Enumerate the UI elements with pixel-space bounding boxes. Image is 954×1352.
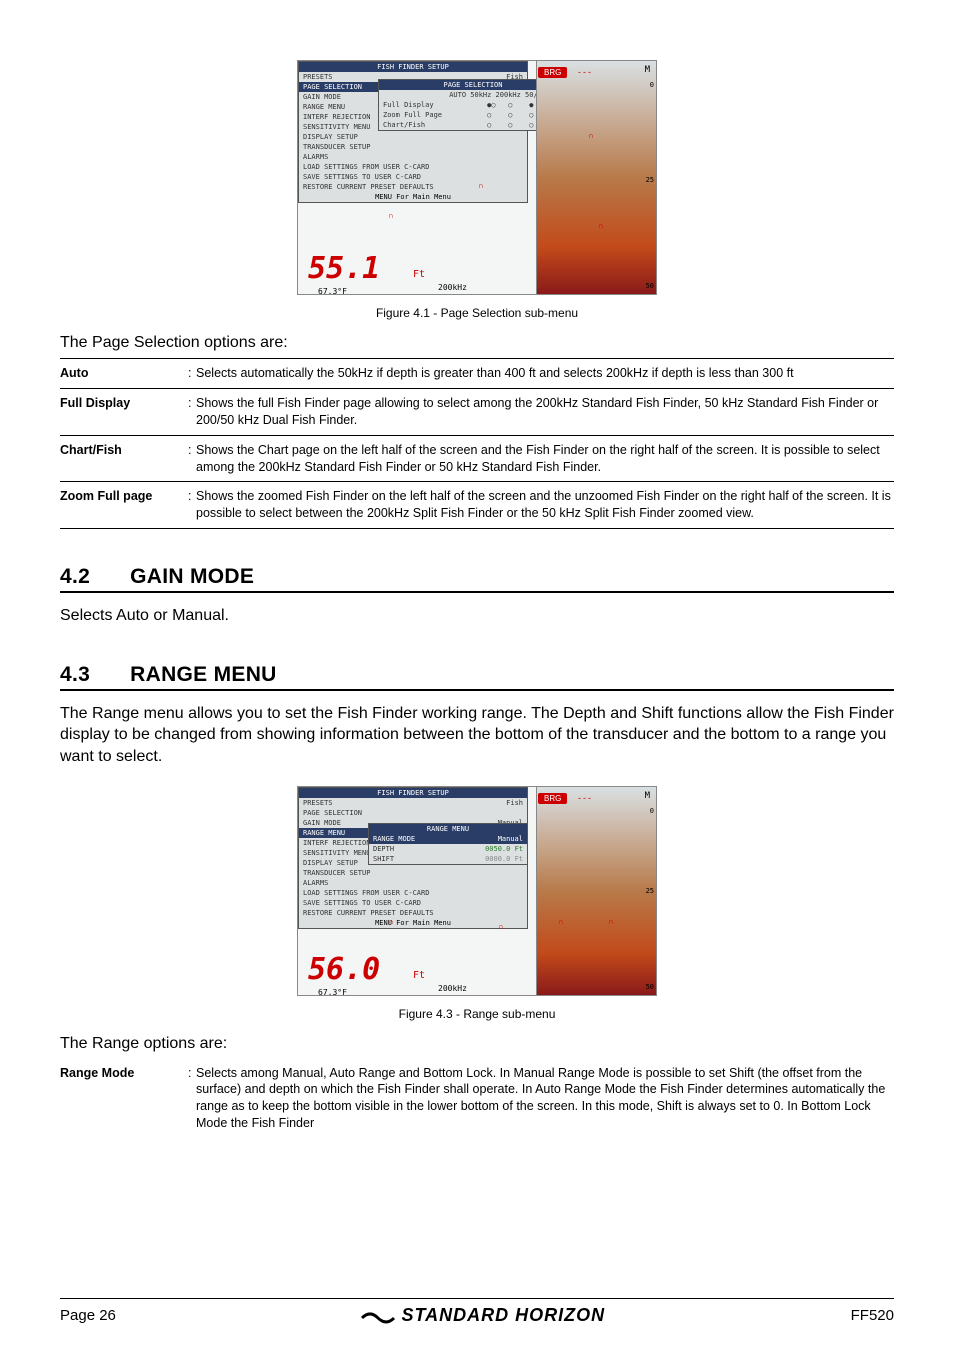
fig3-submenu-row: DEPTH0050.0 Ft [369,844,527,854]
fig3-menu-row: TRANSDUCER SETUP [299,868,527,878]
fig1-menu-row: LOAD SETTINGS FROM USER C-CARD [299,162,527,172]
figure-4-1-image: FISH FINDER SETUP PRESETSFish PAGE SELEC… [297,60,657,295]
fig1-menu-header: FISH FINDER SETUP [299,62,527,72]
fig1-menu-row: RESTORE CURRENT PRESET DEFAULTS [299,182,527,192]
colon: : [188,435,196,482]
table-row: Full Display : Shows the full Fish Finde… [60,388,894,435]
figure-4-3: FISH FINDER SETUP PRESETSFish PAGE SELEC… [60,786,894,1021]
fish-icon: ∩ [388,211,394,220]
fig3-menu-row: PAGE SELECTION [299,808,527,818]
colon: : [188,1059,196,1139]
footer-page-number: Page 26 [60,1307,116,1324]
option-label: Full Display [60,388,188,435]
option-label: Auto [60,359,188,389]
fig1-dashes: --- [578,67,593,77]
fig3-depth-value: 56.0 [308,952,380,987]
fig3-frequency: 200kHz [438,984,467,993]
section-4-2-number: 4.2 [60,565,124,589]
fig3-depth-unit: Ft [413,970,425,981]
fig1-menu-row: ALARMS [299,152,527,162]
fig3-menu-row: SAVE SETTINGS TO USER C-CARD [299,898,527,908]
range-options-table: Range Mode : Selects among Manual, Auto … [60,1059,894,1139]
fig3-menu-row: LOAD SETTINGS FROM USER C-CARD [299,888,527,898]
range-intro: The Range options are: [60,1035,894,1053]
fig3-menu-row: ALARMS [299,878,527,888]
section-4-2-title: GAIN MODE [130,565,254,588]
brg-badge: BRG [538,793,567,804]
fig3-menu-header: FISH FINDER SETUP [299,788,527,798]
option-desc: Selects automatically the 50kHz if depth… [196,359,894,389]
fig3-scale: 25 [646,887,654,895]
footer-brand-text: STANDARD HORIZON [401,1305,605,1326]
option-label: Chart/Fish [60,435,188,482]
fig1-scale: 25 [646,176,654,184]
fig3-menu-row: PRESETSFish [299,798,527,808]
fig3-submenu-header: RANGE MENU [369,824,527,834]
fig1-frequency: 200kHz [438,283,467,292]
fig3-dashes: --- [578,793,593,803]
fig3-menu-footer: MENU For Main Menu [299,918,527,928]
brand-logo-icon [361,1308,395,1324]
fig3-submenu-row: SHIFT0000.0 Ft [369,854,527,864]
table-row: Zoom Full page : Shows the zoomed Fish F… [60,482,894,529]
fish-icon: ∩ [498,922,504,931]
page-selection-options-table: Auto : Selects automatically the 50kHz i… [60,358,894,529]
footer-model: FF520 [851,1307,894,1324]
option-label: Range Mode [60,1059,188,1139]
option-label: Zoom Full page [60,482,188,529]
figure-4-3-caption: Figure 4.3 - Range sub-menu [60,1007,894,1021]
colon: : [188,388,196,435]
fig3-scale: 0 [650,807,654,815]
section-4-2-heading: 4.2 GAIN MODE [60,565,894,593]
fig3-submenu-row: RANGE MODEManual [369,834,527,844]
section-4-3-body: The Range menu allows you to set the Fis… [60,703,894,768]
section-4-3-number: 4.3 [60,663,124,687]
fig1-menu-footer: MENU For Main Menu [299,192,527,202]
table-row: Chart/Fish : Shows the Chart page on the… [60,435,894,482]
fig1-depth-unit: Ft [413,269,425,280]
fig1-scale: 0 [650,81,654,89]
section-4-3-heading: 4.3 RANGE MENU [60,663,894,691]
fig1-menu-row: TRANSDUCER SETUP [299,142,527,152]
fish-icon: ∩ [478,181,484,190]
page-footer: Page 26 STANDARD HORIZON FF520 [60,1298,894,1326]
fish-icon: ∩ [558,917,564,926]
fig1-scale: 50 [646,282,654,290]
fig3-m-label: M [645,791,650,801]
fig3-sonar-panel [536,787,656,995]
fig3-scale: 50 [646,983,654,991]
table-row: Range Mode : Selects among Manual, Auto … [60,1059,894,1139]
page-selection-intro: The Page Selection options are: [60,334,894,352]
fish-icon: ∩ [598,221,604,230]
fig3-temp: 67.3°F [318,988,347,996]
option-desc: Shows the full Fish Finder page allowing… [196,388,894,435]
fig1-m-label: M [645,65,650,75]
section-4-3-title: RANGE MENU [130,663,277,686]
fig3-menu-row: RESTORE CURRENT PRESET DEFAULTS [299,908,527,918]
brg-badge: BRG [538,67,567,78]
fig1-menu-row: DISPLAY SETUP [299,132,527,142]
option-desc: Selects among Manual, Auto Range and Bot… [196,1059,894,1139]
figure-4-1: FISH FINDER SETUP PRESETSFish PAGE SELEC… [60,60,894,320]
colon: : [188,359,196,389]
option-desc: Shows the Chart page on the left half of… [196,435,894,482]
fig1-temp: 67.3°F [318,287,347,295]
fig1-sonar-panel [536,61,656,294]
figure-4-3-image: FISH FINDER SETUP PRESETSFish PAGE SELEC… [297,786,657,996]
colon: : [188,482,196,529]
fig1-depth-value: 55.1 [308,251,380,286]
footer-brand: STANDARD HORIZON [361,1305,605,1326]
fish-icon: ∩ [608,917,614,926]
fish-icon: ∩ [388,917,394,926]
fig3-submenu: RANGE MENU RANGE MODEManual DEPTH0050.0 … [368,823,528,865]
table-row: Auto : Selects automatically the 50kHz i… [60,359,894,389]
figure-4-1-caption: Figure 4.1 - Page Selection sub-menu [60,306,894,320]
fig1-menu-row: SAVE SETTINGS TO USER C-CARD [299,172,527,182]
fish-icon: ∩ [588,131,594,140]
section-4-2-body: Selects Auto or Manual. [60,605,894,627]
option-desc: Shows the zoomed Fish Finder on the left… [196,482,894,529]
